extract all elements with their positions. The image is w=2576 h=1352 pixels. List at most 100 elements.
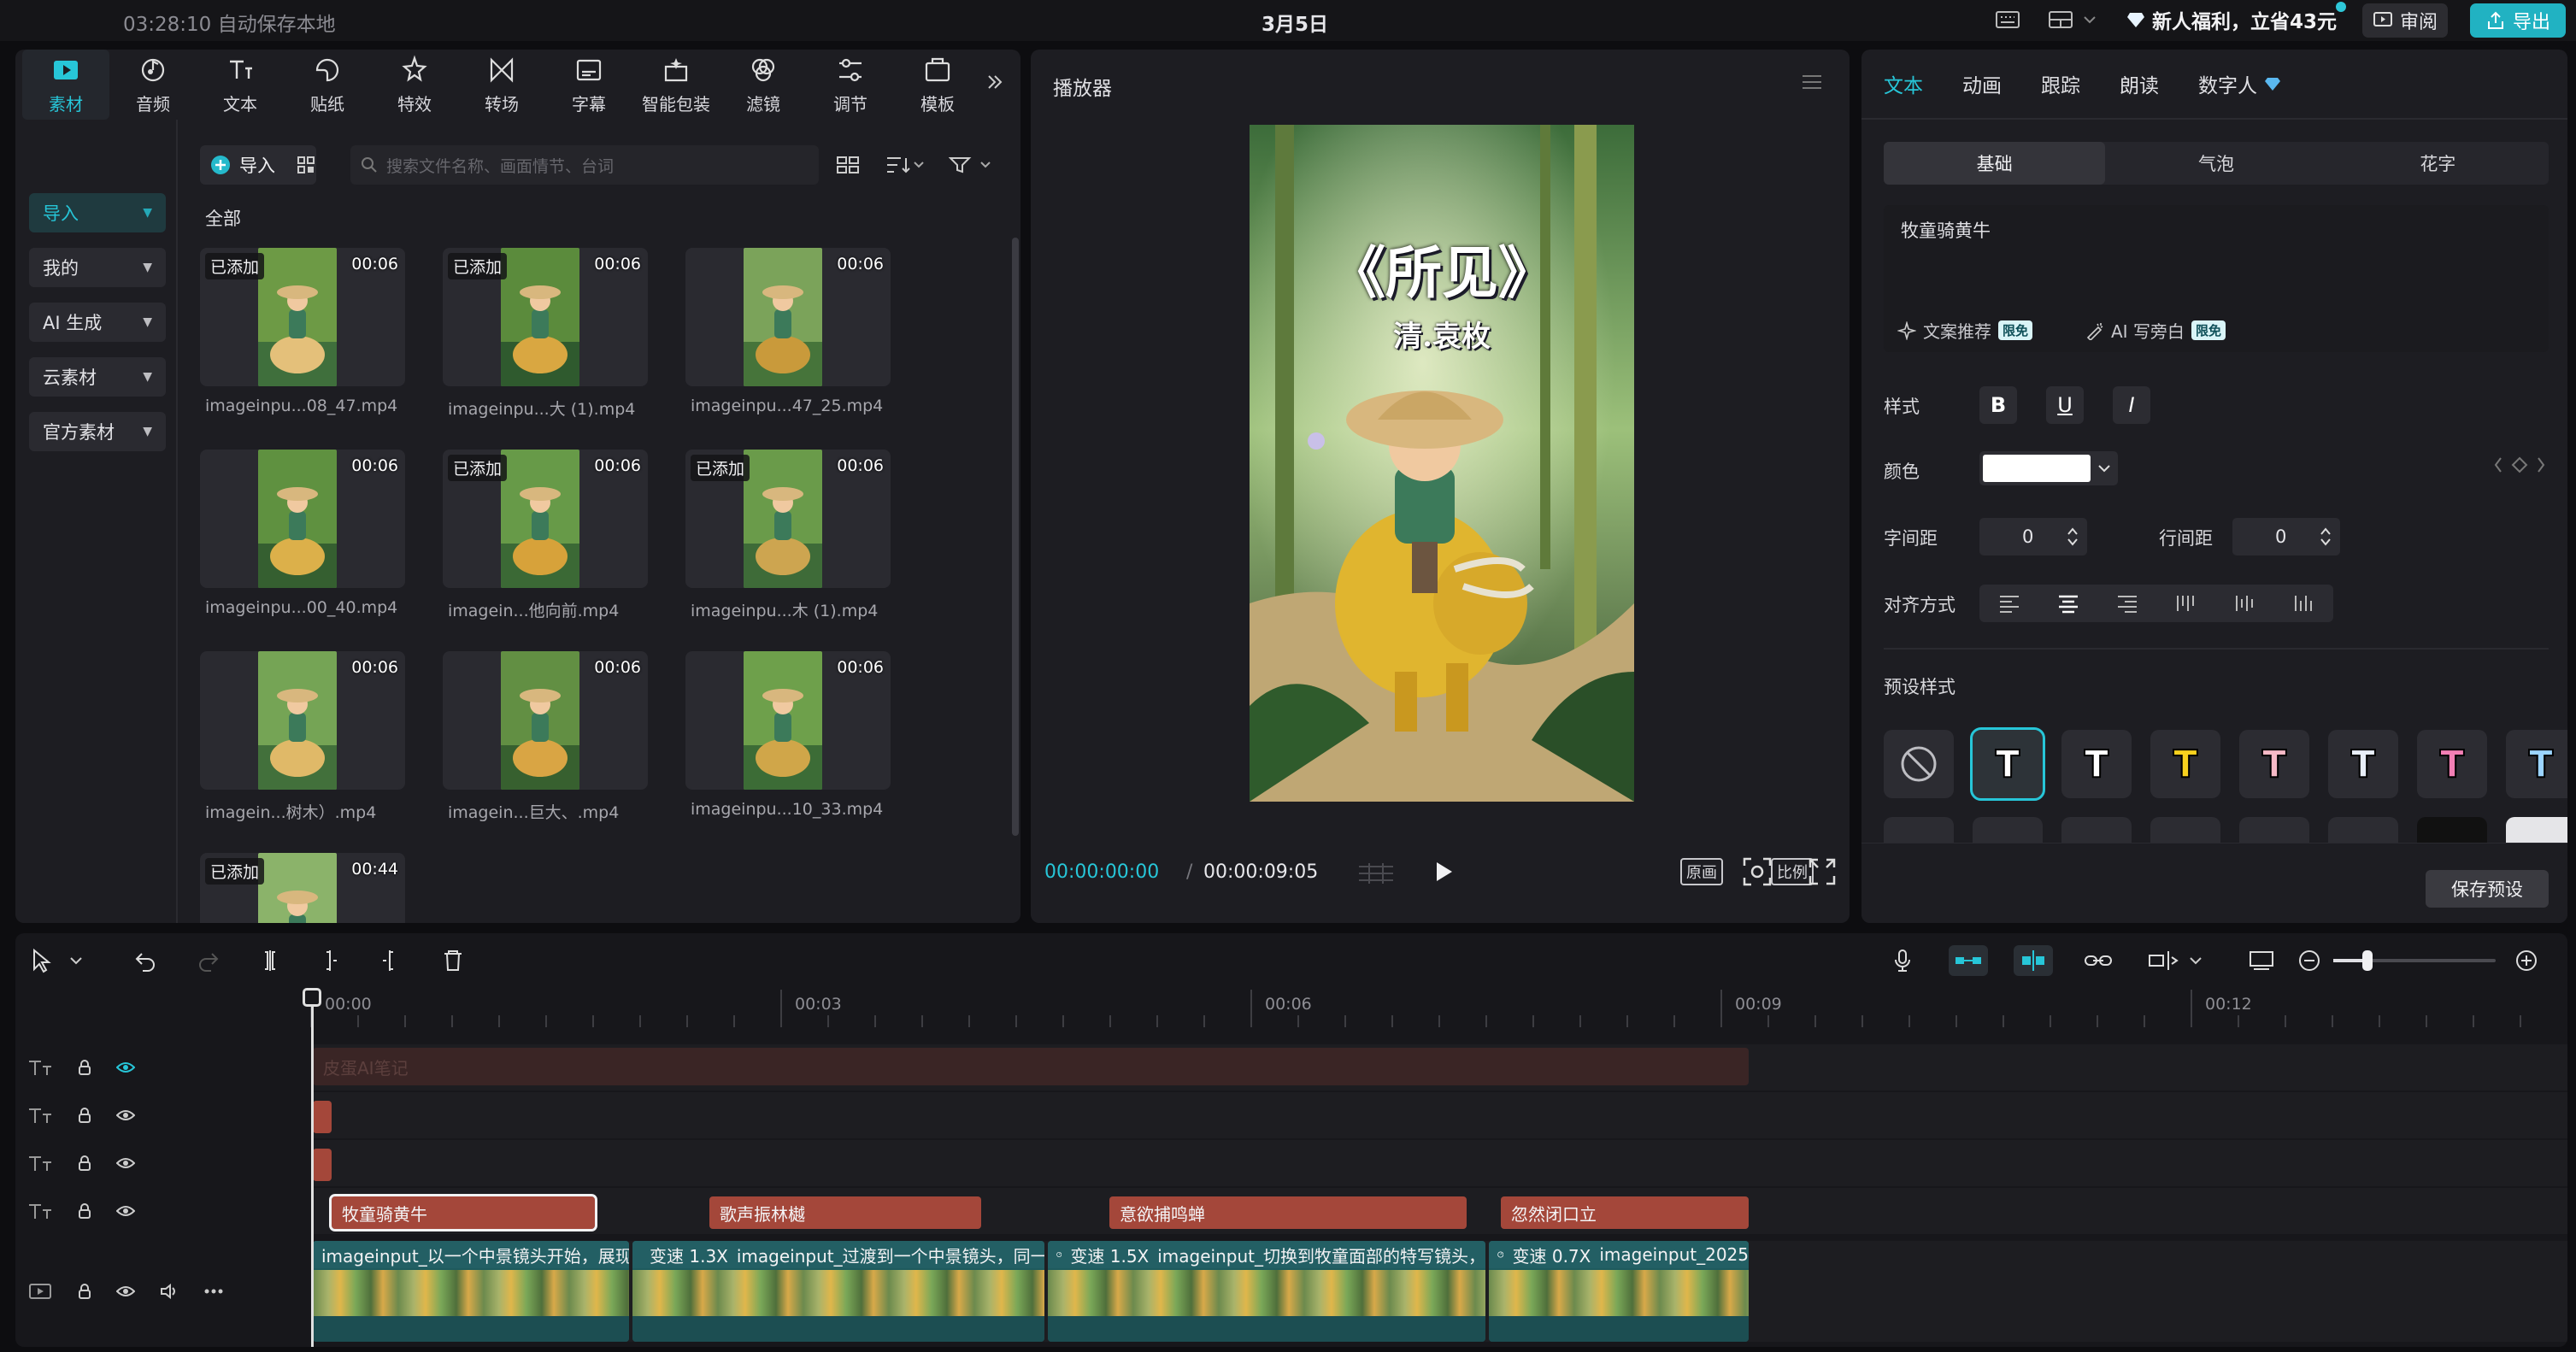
audio-volume-icon[interactable] — [159, 1283, 179, 1300]
preset-style[interactable]: T — [2506, 730, 2567, 798]
media-clip[interactable]: 已添加 00:06 — [443, 248, 648, 386]
underline-button[interactable]: U — [2046, 386, 2084, 424]
select-tool-icon[interactable] — [26, 945, 56, 976]
preset-style[interactable]: T — [2150, 730, 2220, 798]
player-menu-icon[interactable] — [1800, 72, 1826, 94]
tab-media[interactable]: 素材 — [22, 50, 109, 120]
microphone-icon[interactable] — [1887, 945, 1918, 976]
promo-banner[interactable]: 新人福利，立省43元 — [2126, 5, 2337, 34]
preset-style[interactable] — [2417, 817, 2487, 843]
review-button[interactable]: 审阅 — [2362, 3, 2448, 38]
lock-icon[interactable] — [77, 1107, 92, 1124]
caption-clip[interactable]: 牧童骑黄牛 — [329, 1194, 597, 1231]
chevron-down-icon[interactable] — [2186, 945, 2205, 976]
media-clip[interactable]: 已添加 00:06 — [200, 248, 405, 386]
split-icon[interactable] — [255, 945, 285, 976]
preset-style[interactable]: T — [1970, 727, 2045, 801]
more-tabs-icon[interactable] — [985, 72, 1010, 97]
video-clip[interactable]: imageinput_以一个中景镜头开始，展现一 — [313, 1241, 629, 1342]
lock-icon[interactable] — [77, 1155, 92, 1172]
shortcut-keyboard-icon[interactable] — [1993, 5, 2022, 34]
video-clip[interactable]: 变速 0.7X imageinput_2025 — [1489, 1241, 1749, 1342]
caption-clip[interactable]: 忽然闭口立 — [1501, 1196, 1749, 1229]
tab-effects[interactable]: 特效 — [371, 50, 458, 120]
preset-style[interactable] — [2506, 817, 2567, 843]
tab-sticker[interactable]: 贴纸 — [284, 50, 371, 120]
thumbnail-icon[interactable] — [2246, 945, 2277, 976]
visibility-eye-icon[interactable] — [116, 1061, 135, 1074]
tab-subtitle[interactable]: 字幕 — [545, 50, 632, 120]
tab-filter[interactable]: 滤镜 — [720, 50, 807, 120]
text-track-2[interactable] — [311, 1092, 2567, 1138]
visibility-eye-icon[interactable] — [116, 1156, 135, 1170]
tab-smart-pack[interactable]: 智能包装 — [632, 50, 720, 120]
original-quality-button[interactable]: 原画 — [1680, 858, 1723, 885]
media-clip[interactable]: 00:06 — [685, 651, 891, 790]
video-clip[interactable]: 变速 1.3X imageinput_过渡到一个中景镜头，同一 — [632, 1241, 1044, 1342]
media-clip[interactable]: 00:06 — [685, 248, 891, 386]
delete-icon[interactable] — [438, 945, 468, 976]
media-clip[interactable]: 已添加 00:06 — [443, 450, 648, 588]
sidebar-item-official[interactable]: 官方素材 ▼ — [29, 412, 166, 451]
preset-none[interactable] — [1884, 730, 1954, 798]
redo-icon[interactable] — [193, 945, 224, 976]
lock-icon[interactable] — [77, 1202, 92, 1220]
video-clip[interactable]: 变速 1.5X imageinput_切换到牧童面部的特写镜头， — [1048, 1241, 1485, 1342]
sidebar-item-ai-generate[interactable]: AI 生成 ▼ — [29, 303, 166, 342]
zoom-in-icon[interactable] — [2511, 945, 2542, 976]
tab-digital-human[interactable]: 数字人 — [2198, 69, 2281, 98]
more-options-icon[interactable] — [203, 1288, 224, 1295]
split-left-icon[interactable] — [315, 945, 345, 976]
preset-style[interactable] — [1884, 817, 1954, 843]
caption-clip[interactable]: 意欲捕鸣蝉 — [1109, 1196, 1467, 1229]
align-left-icon[interactable] — [1997, 593, 2021, 614]
tab-tracking[interactable]: 跟踪 — [2041, 69, 2080, 98]
stepper-icon[interactable] — [2320, 526, 2332, 548]
copy-suggest-button[interactable]: 文案推荐 限免 — [1897, 318, 2033, 343]
visibility-eye-icon[interactable] — [116, 1108, 135, 1122]
visibility-eye-icon[interactable] — [116, 1284, 135, 1298]
filter-icon[interactable] — [949, 155, 993, 175]
preset-style[interactable] — [2328, 817, 2398, 843]
tab-audio[interactable]: 音频 — [109, 50, 197, 120]
video-preview[interactable]: 《所见》 清.袁枚 — [1250, 125, 1634, 802]
layout-dropdown-chevron-icon[interactable] — [2080, 5, 2099, 34]
playhead-handle[interactable] — [303, 988, 321, 1007]
text-clip-faint[interactable]: 皮蛋AI笔记 — [313, 1048, 1749, 1085]
align-right-icon[interactable] — [2115, 593, 2139, 614]
tab-animation[interactable]: 动画 — [1962, 69, 2002, 98]
grid-toggle-icon[interactable] — [1357, 861, 1395, 885]
bold-button[interactable]: B — [1979, 386, 2017, 424]
letter-spacing-input[interactable]: 0 — [1979, 518, 2087, 555]
project-title[interactable]: 3月5日 — [1248, 8, 1342, 37]
tab-transition[interactable]: 转场 — [458, 50, 545, 120]
layout-icon[interactable] — [2046, 5, 2075, 34]
grid-view-icon[interactable] — [836, 155, 860, 175]
chevron-down-icon[interactable] — [67, 945, 85, 976]
import-button[interactable]: 导入 — [200, 145, 316, 185]
text-clip-small[interactable] — [313, 1149, 332, 1181]
preset-style[interactable] — [2239, 817, 2309, 843]
align-middle-vertical-icon[interactable] — [2233, 593, 2257, 614]
tab-basic[interactable]: 基础 — [1884, 142, 2106, 185]
preset-style[interactable] — [2061, 817, 2132, 843]
preset-style[interactable]: T — [2417, 730, 2487, 798]
zoom-slider[interactable] — [2333, 950, 2496, 971]
sidebar-item-mine[interactable]: 我的 ▼ — [29, 248, 166, 287]
tab-adjust[interactable]: 调节 — [807, 50, 894, 120]
media-clip[interactable]: 00:06 — [200, 450, 405, 588]
zoom-slider-handle[interactable] — [2362, 950, 2373, 971]
preset-style[interactable]: T — [2239, 730, 2309, 798]
preview-axis-icon[interactable] — [2142, 945, 2185, 976]
tab-text[interactable]: 文本 — [197, 50, 284, 120]
align-top-vertical-icon[interactable] — [2174, 593, 2198, 614]
auto-snap-icon[interactable] — [2014, 945, 2053, 976]
media-clip[interactable]: 00:06 — [200, 651, 405, 790]
text-content-field[interactable]: 牧童骑黄牛 文案推荐 限免 AI 写旁白 限免 — [1884, 205, 2549, 352]
save-preset-button[interactable]: 保存预设 — [2426, 870, 2549, 908]
fullscreen-icon[interactable] — [1807, 856, 1838, 887]
align-bottom-vertical-icon[interactable] — [2292, 593, 2316, 614]
qr-code-icon[interactable] — [296, 155, 316, 175]
media-clip[interactable]: 00:06 — [443, 651, 648, 790]
sidebar-item-import[interactable]: 导入 ▼ — [29, 193, 166, 232]
